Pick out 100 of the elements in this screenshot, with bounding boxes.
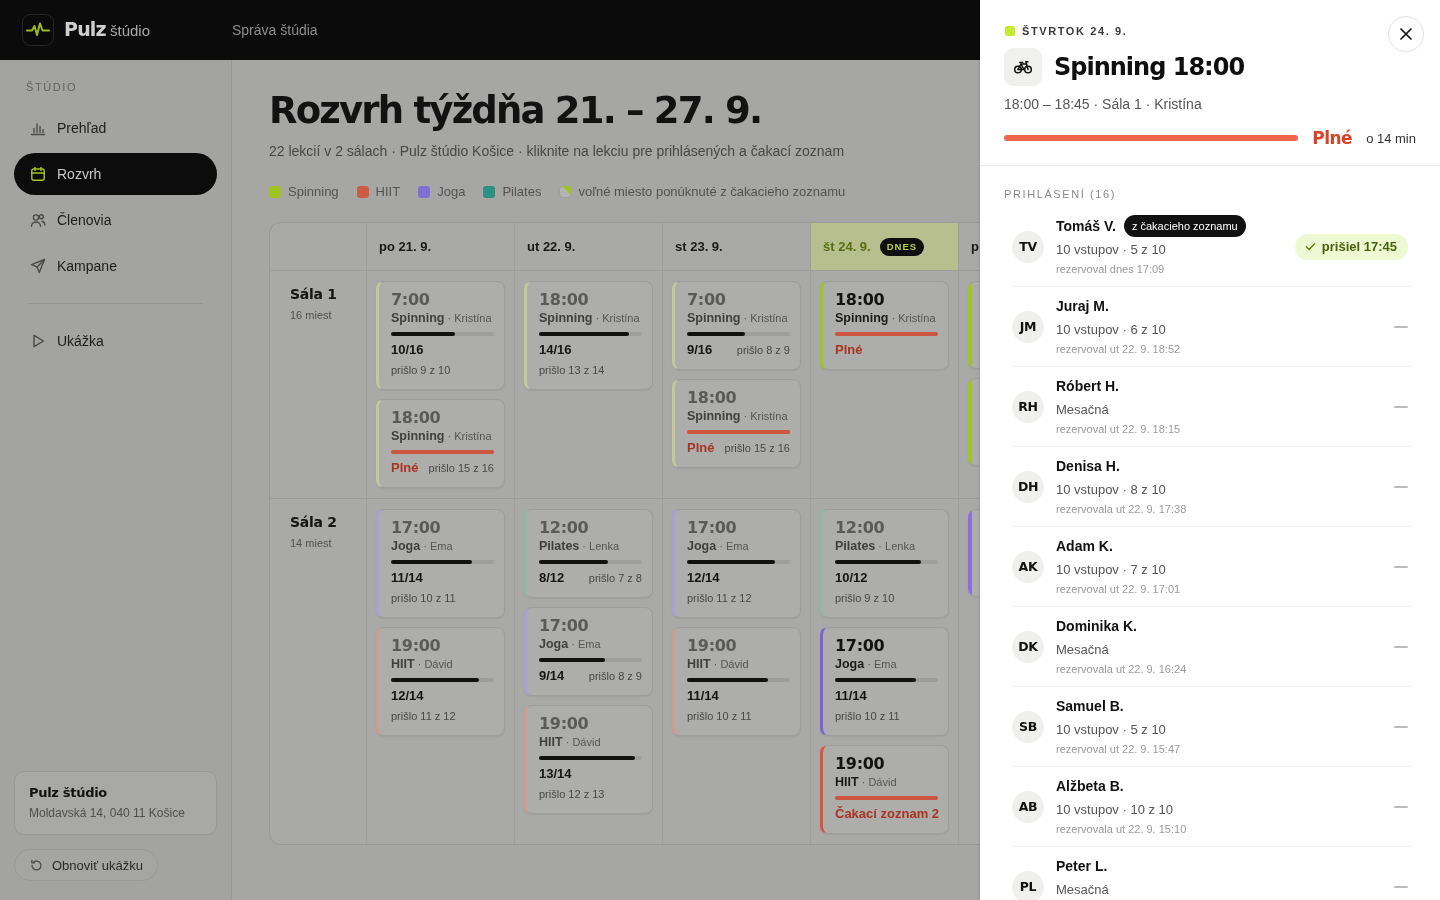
nav-item[interactable]: Rozvrh <box>14 153 217 195</box>
attendance-text: prišlo 11 z 12 <box>391 709 456 724</box>
attendance-text: prišlo 8 z 9 <box>736 343 790 358</box>
avatar: DK <box>1012 630 1044 663</box>
offer-swatch-icon <box>559 186 572 198</box>
day-label: p <box>971 239 979 254</box>
reset-demo-button[interactable]: Obnoviť ukážku <box>14 849 158 881</box>
attendee-name: Tomáš V. <box>1056 218 1116 234</box>
attendance-text: prišlo 8 z 9 <box>588 669 642 684</box>
users-icon <box>30 212 46 228</box>
room-name: Sála 1 <box>290 285 337 304</box>
class-card[interactable]: 19:00 HIIT · Dávid 12/14 prišlo 11 z 12 <box>376 627 505 736</box>
class-time: 18:00 <box>539 291 590 309</box>
class-subtitle: Joga · Ema <box>687 538 750 555</box>
class-time: 7:00 <box>687 291 727 309</box>
class-card[interactable] <box>968 281 980 369</box>
class-card[interactable]: 7:00 Spinning · Kristína 10/16 prišlo 9 z 10 <box>376 281 505 390</box>
start-countdown: o 14 min <box>1366 130 1416 146</box>
avatar: AB <box>1012 790 1044 823</box>
close-button[interactable] <box>1388 16 1424 52</box>
pulse-icon <box>22 14 54 46</box>
section-heading: PRIHLÁSENÍ (16) <box>1004 188 1117 200</box>
bar-chart-icon <box>30 120 46 136</box>
checkin-label: prišiel 17:45 <box>1321 239 1397 254</box>
class-card[interactable]: 18:00 Spinning · Kristína Plné <box>820 281 949 370</box>
class-card[interactable]: 18:00 Spinning · Kristína Plné prišlo 15 z 16 <box>672 379 801 468</box>
class-time: 18:00 <box>687 389 738 407</box>
studio-name: Pulz štúdio <box>29 784 107 802</box>
booking-time: rezervoval dnes 17:09 <box>1056 262 1165 277</box>
class-time: 19:00 <box>835 755 886 773</box>
class-subtitle: Joga · Ema <box>391 538 454 555</box>
class-card[interactable]: 19:00 HIIT · Dávid 11/14 prišlo 10 z 11 <box>672 627 801 736</box>
membership-text: 10 vstupov · 5 z 10 <box>1056 721 1166 739</box>
nav-item[interactable]: Prehľad <box>14 107 217 149</box>
nav-item[interactable]: Členovia <box>14 199 217 241</box>
class-time: 17:00 <box>539 617 590 635</box>
studio-address: Moldavská 14, 040 11 Košice <box>29 805 185 822</box>
class-card[interactable]: 19:00 HIIT · Dávid Čakací zoznam 2 <box>820 745 949 834</box>
class-card[interactable] <box>968 509 980 597</box>
class-time: 17:00 <box>835 637 886 655</box>
day-label: ŠTVRTOK 24. 9. <box>1022 25 1128 37</box>
class-time: 19:00 <box>539 715 590 733</box>
brand-name: Pulz štúdio <box>64 18 151 42</box>
send-icon <box>30 258 46 274</box>
class-card[interactable] <box>968 378 980 466</box>
day-label: po 21. 9. <box>379 239 432 254</box>
class-subtitle: Spinning · Kristína <box>391 428 493 445</box>
booking-count: 11/14 <box>835 687 868 705</box>
class-card[interactable]: 17:00 Joga · Ema 9/14 prišlo 8 z 9 <box>524 607 653 696</box>
booking-count: 10/16 <box>391 341 425 359</box>
attendee-name: Peter L. <box>1056 858 1108 874</box>
booking-count: 12/14 <box>391 687 425 705</box>
class-card[interactable]: 12:00 Pilates · Lenka 8/12 prišlo 7 z 8 <box>524 509 653 598</box>
class-card[interactable]: 17:00 Joga · Ema 11/14 prišlo 10 z 11 <box>820 627 949 736</box>
class-subtitle: Spinning · Kristína <box>687 408 789 425</box>
attendance-text: prišlo 7 z 8 <box>588 571 642 586</box>
play-icon <box>30 333 46 349</box>
avatar: AK <box>1012 550 1044 583</box>
legend-label: voľné miesto ponúknuté z čakacieho zoznamu <box>578 183 846 201</box>
membership-text: 10 vstupov · 8 z 10 <box>1056 481 1166 499</box>
class-title: Spinning 18:00 <box>1054 52 1245 83</box>
class-card[interactable]: 12:00 Pilates · Lenka 10/12 prišlo 9 z 10 <box>820 509 949 618</box>
nav-item[interactable]: Kampane <box>14 245 217 287</box>
attendee-name: Dominika K. <box>1056 618 1137 634</box>
class-card[interactable]: 7:00 Spinning · Kristína 9/16 prišlo 8 z 9 <box>672 281 801 370</box>
attendance-text: prišlo 10 z 11 <box>835 709 900 724</box>
avatar: JM <box>1012 310 1044 343</box>
class-subtitle: HIIT · Dávid <box>687 656 750 673</box>
day-label: st 23. 9. <box>675 239 723 254</box>
class-subtitle: Spinning · Kristína <box>539 310 641 327</box>
class-card[interactable]: 18:00 Spinning · Kristína 14/16 prišlo 13 z 14 <box>524 281 653 390</box>
booking-time: rezervoval ut 22. 9. 18:15 <box>1056 422 1181 437</box>
page-subtitle: 22 lekcií v 2 sálach · Pulz štúdio Košice · kliknite na lekciu pre prihlásených a čakací zoznam <box>269 142 845 161</box>
class-card[interactable]: 17:00 Joga · Ema 12/14 prišlo 11 z 12 <box>672 509 801 618</box>
attendance-text: prišlo 10 z 11 <box>687 709 752 724</box>
class-subtitle: Spinning · Kristína <box>835 310 937 327</box>
attendance-text: prišlo 9 z 10 <box>835 591 895 606</box>
day-label: ut 22. 9. <box>527 239 576 254</box>
booking-count: 14/16 <box>539 341 573 359</box>
swatch-icon <box>356 186 369 198</box>
waitlist-badge: z čakacieho zoznamu <box>1123 215 1246 237</box>
class-time: 7:00 <box>391 291 431 309</box>
attendee-name: Alžbeta B. <box>1056 778 1124 794</box>
status-label: Plné <box>1312 128 1353 148</box>
class-card[interactable]: 17:00 Joga · Ema 11/14 prišlo 10 z 11 <box>376 509 505 618</box>
attendance-text: prišlo 10 z 11 <box>391 591 456 606</box>
booking-time: rezervovala ut 22. 9. 16:24 <box>1056 662 1187 677</box>
class-subtitle: Spinning · Kristína <box>391 310 493 327</box>
class-time: 19:00 <box>391 637 442 655</box>
attendance-text: prišlo 15 z 16 <box>724 441 790 456</box>
section-title: Správa štúdia <box>232 22 318 38</box>
class-card[interactable]: 19:00 HIIT · Dávid 13/14 prišlo 12 z 13 <box>524 705 653 814</box>
class-time: 18:00 <box>835 291 886 309</box>
class-card[interactable]: 18:00 Spinning · Kristína Plné prišlo 15 z 16 <box>376 399 505 488</box>
membership-text: 10 vstupov · 5 z 10 <box>1056 241 1166 259</box>
avatar: SB <box>1012 710 1044 743</box>
legend-label: Joga <box>437 183 466 201</box>
booking-count: 13/14 <box>539 765 573 783</box>
nav-item[interactable]: Ukážka <box>14 320 217 362</box>
attendee-name: Adam K. <box>1056 538 1113 554</box>
